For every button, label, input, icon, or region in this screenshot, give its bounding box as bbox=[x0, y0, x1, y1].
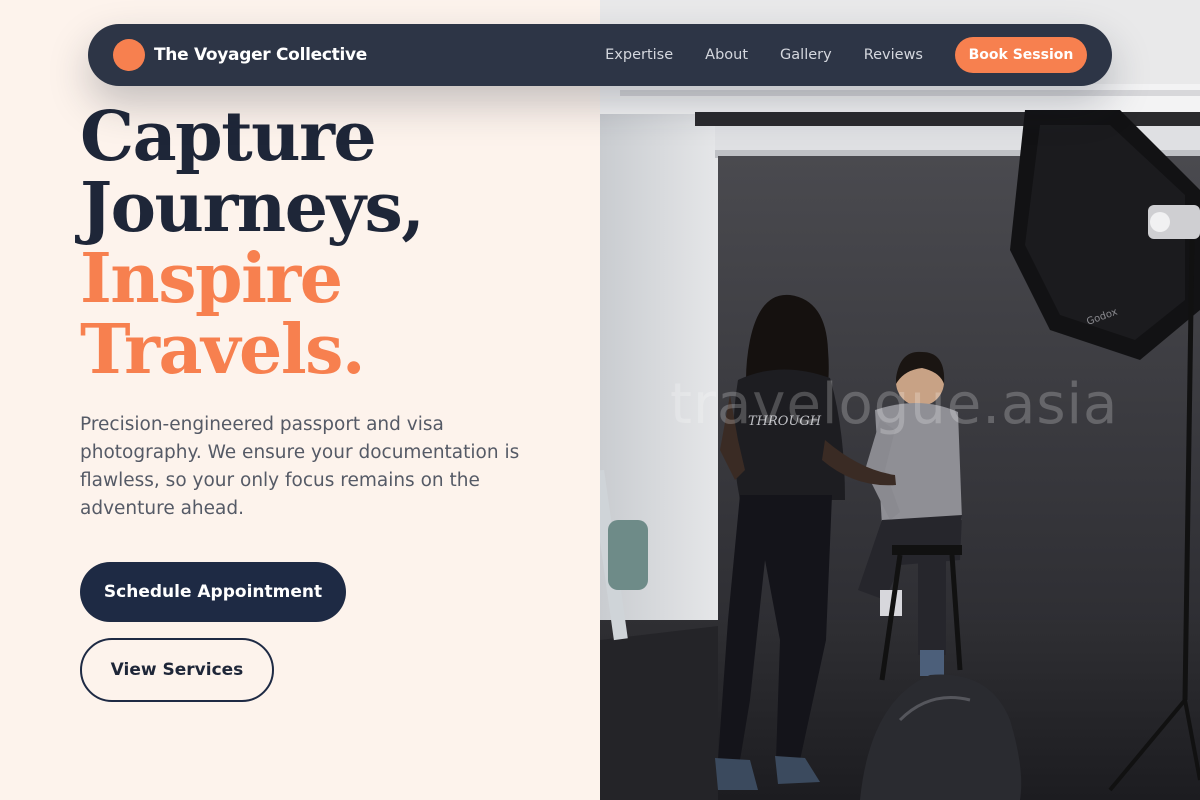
brand-name: The Voyager Collective bbox=[154, 45, 367, 65]
headline-line-1: Capture bbox=[80, 97, 377, 177]
headline-line-2: Journeys, bbox=[80, 168, 425, 248]
brand[interactable]: The Voyager Collective bbox=[113, 39, 367, 71]
nav-link-expertise[interactable]: Expertise bbox=[605, 47, 673, 63]
book-session-button[interactable]: Book Session bbox=[955, 37, 1087, 73]
nav-link-reviews[interactable]: Reviews bbox=[864, 47, 923, 63]
nav-link-about[interactable]: About bbox=[705, 47, 748, 63]
hero-headline: Capture Journeys, Inspire Travels. bbox=[80, 97, 425, 390]
brand-logo-icon bbox=[113, 39, 145, 71]
nav-link-gallery[interactable]: Gallery bbox=[780, 47, 832, 63]
watermark-text: travelogue.asia bbox=[670, 372, 1119, 437]
headline-line-3: Inspire bbox=[80, 239, 343, 319]
view-services-button[interactable]: View Services bbox=[80, 638, 274, 702]
headline-line-4: Travels. bbox=[80, 310, 366, 390]
hero-section: Capture Journeys, Inspire Travels. Preci… bbox=[0, 0, 600, 800]
top-navbar: The Voyager Collective Expertise About G… bbox=[88, 24, 1112, 86]
nav-links: Expertise About Gallery Reviews Book Ses… bbox=[605, 37, 1112, 73]
schedule-appointment-button[interactable]: Schedule Appointment bbox=[80, 562, 346, 622]
hero-tagline: Precision-engineered passport and visa p… bbox=[80, 414, 520, 519]
